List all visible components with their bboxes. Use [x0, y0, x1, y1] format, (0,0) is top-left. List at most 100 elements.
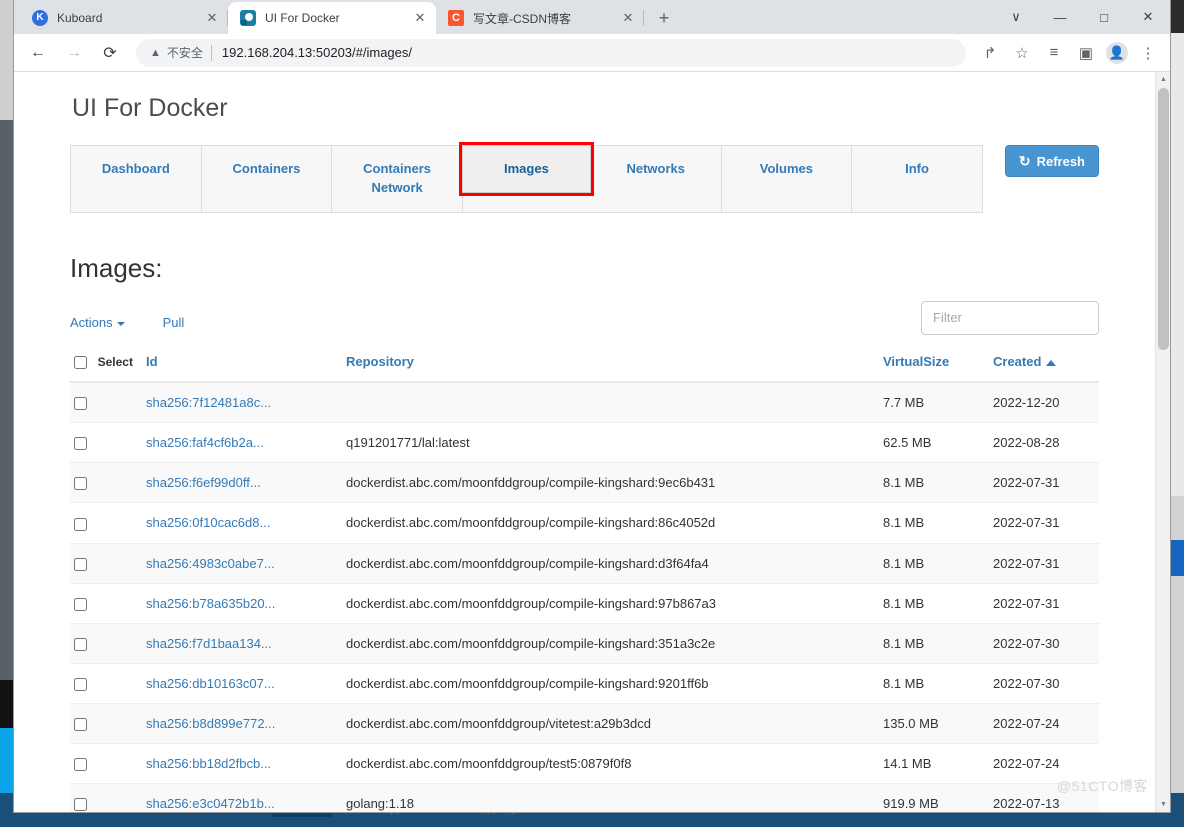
tab-search-chevron-down-icon[interactable]: ∨ [994, 0, 1038, 34]
repository-cell: dockerdist.abc.com/moonfddgroup/compile-… [342, 543, 879, 584]
virtual-size-cell: 8.1 MB [879, 583, 989, 624]
back-icon[interactable]: ← [23, 38, 53, 68]
close-window-button[interactable]: ✕ [1126, 0, 1170, 34]
column-header-id[interactable]: Id [142, 347, 342, 384]
close-icon[interactable]: ✕ [412, 10, 428, 26]
close-icon[interactable]: ✕ [204, 10, 220, 26]
virtual-size-cell: 8.1 MB [879, 663, 989, 704]
scroll-down-arrow-icon[interactable]: ▼ [1156, 797, 1170, 812]
section-title: Images: [70, 252, 163, 283]
tab-containers-network[interactable]: Containers Network [332, 146, 463, 212]
image-id-link[interactable]: sha256:f6ef99d0ff... [146, 475, 261, 490]
background-window-edge-secondary [0, 120, 14, 680]
avatar[interactable]: 👤 [1106, 41, 1128, 64]
table-row[interactable]: sha256:b78a635b20... dockerdist.abc.com/m… [70, 583, 1099, 624]
browser-tab-ui-for-docker[interactable]: UI For Docker ✕ [228, 2, 436, 34]
tab-networks[interactable]: Networks [591, 146, 722, 212]
row-select-cell [70, 462, 142, 504]
row-checkbox[interactable] [74, 517, 87, 531]
image-id-cell: sha256:b78a635b20... [142, 583, 342, 624]
row-select-cell [70, 382, 142, 424]
column-header-created[interactable]: Created [989, 347, 1099, 384]
table-row[interactable]: sha256:0f10cac6d8... dockerdist.abc.com/m… [70, 502, 1099, 544]
repository-cell [342, 382, 879, 424]
background-right-edge [1170, 0, 1184, 827]
share-icon[interactable]: ↱ [976, 39, 1004, 67]
table-row[interactable]: sha256:b8d899e772... dockerdist.abc.com/m… [70, 703, 1099, 744]
scrollbar-thumb[interactable] [1158, 88, 1169, 350]
address-bar[interactable]: ▲ 不安全 192.168.204.13:50203/#/images/ [136, 38, 966, 67]
row-checkbox[interactable] [74, 597, 87, 611]
image-id-link[interactable]: sha256:db10163c07... [146, 676, 275, 691]
row-checkbox[interactable] [74, 477, 87, 491]
table-row[interactable]: sha256:db10163c07... dockerdist.abc.com/m… [70, 663, 1099, 704]
image-id-link[interactable]: sha256:7f12481a8c... [146, 395, 271, 410]
actions-dropdown[interactable]: Actions [70, 315, 125, 330]
filter-input[interactable] [921, 300, 1099, 335]
tab-dashboard[interactable]: Dashboard [71, 146, 202, 212]
maximize-button[interactable]: □ [1082, 0, 1126, 34]
table-row[interactable]: sha256:bb18d2fbcb... dockerdist.abc.com/m… [70, 743, 1099, 784]
row-checkbox[interactable] [74, 677, 87, 691]
image-id-link[interactable]: sha256:0f10cac6d8... [146, 515, 270, 530]
scroll-up-arrow-icon[interactable]: ▲ [1156, 72, 1170, 87]
table-row[interactable]: sha256:faf4cf6b2a... q191201771/lal:lates… [70, 422, 1099, 464]
table-row[interactable]: sha256:f7d1baa134... dockerdist.abc.com/m… [70, 623, 1099, 664]
virtual-size-cell: 8.1 MB [879, 462, 989, 504]
new-tab-button[interactable]: + [650, 4, 678, 32]
image-id-cell: sha256:e3c0472b1b... [142, 783, 342, 812]
table-row[interactable]: sha256:e3c0472b1b... golang:1.18 919.9 MB 2… [70, 783, 1099, 812]
image-id-link[interactable]: sha256:f7d1baa134... [146, 636, 272, 651]
browser-window: K Kuboard ✕ UI For Docker ✕ C 写文章-CSDN博客… [14, 0, 1170, 812]
browser-tab-csdn[interactable]: C 写文章-CSDN博客 ✕ [436, 2, 644, 34]
row-select-cell [70, 743, 142, 784]
side-panel-icon[interactable]: ▣ [1072, 39, 1100, 67]
pull-link[interactable]: Pull [163, 315, 185, 330]
image-id-link[interactable]: sha256:4983c0abe7... [146, 556, 275, 571]
virtual-size-cell: 62.5 MB [879, 422, 989, 464]
column-header-virtualsize[interactable]: VirtualSize [879, 347, 989, 384]
row-select-cell [70, 583, 142, 624]
row-checkbox[interactable] [74, 757, 87, 771]
row-checkbox[interactable] [74, 637, 87, 651]
tab-containers[interactable]: Containers [202, 146, 333, 212]
reload-icon[interactable]: ⟳ [95, 38, 125, 68]
image-id-link[interactable]: sha256:faf4cf6b2a... [146, 435, 264, 450]
browser-tab-title: UI For Docker [265, 11, 340, 25]
table-row[interactable]: sha256:4983c0abe7... dockerdist.abc.com/m… [70, 543, 1099, 584]
table-row[interactable]: sha256:7f12481a8c... 7.7 MB 2022-12-20 [70, 382, 1099, 424]
select-all-checkbox[interactable] [74, 355, 87, 369]
created-cell: 2022-07-31 [989, 502, 1099, 544]
bookmark-star-icon[interactable]: ☆ [1008, 39, 1036, 67]
row-checkbox[interactable] [74, 437, 87, 451]
virtual-size-cell: 7.7 MB [879, 382, 989, 424]
image-id-cell: sha256:bb18d2fbcb... [142, 743, 342, 784]
tab-images[interactable]: Images [461, 145, 591, 193]
table-row[interactable]: sha256:f6ef99d0ff... dockerdist.abc.com/m… [70, 462, 1099, 504]
tab-info[interactable]: Info [852, 146, 982, 212]
forward-icon[interactable]: → [59, 38, 89, 68]
row-checkbox[interactable] [74, 557, 87, 571]
image-id-link[interactable]: sha256:bb18d2fbcb... [146, 756, 271, 771]
repository-cell: dockerdist.abc.com/moonfddgroup/vitetest… [342, 703, 879, 744]
image-id-link[interactable]: sha256:b8d899e772... [146, 716, 275, 731]
image-id-link[interactable]: sha256:e3c0472b1b... [146, 796, 275, 811]
tab-volumes[interactable]: Volumes [722, 146, 853, 212]
vertical-scrollbar[interactable]: ▲ ▼ [1155, 72, 1170, 812]
image-id-link[interactable]: sha256:b78a635b20... [146, 596, 275, 611]
row-select-cell [70, 502, 142, 544]
row-checkbox[interactable] [74, 717, 87, 731]
omnibox-divider [210, 44, 212, 61]
created-cell: 2022-07-24 [989, 703, 1099, 744]
browser-tab-kuboard[interactable]: K Kuboard ✕ [20, 2, 228, 34]
minimize-button[interactable]: — [1038, 0, 1082, 34]
close-icon[interactable]: ✕ [620, 10, 636, 26]
menu-kebab-icon[interactable]: ⋮ [1134, 39, 1162, 67]
row-select-cell [70, 543, 142, 584]
reading-list-icon[interactable]: ≡ [1040, 39, 1068, 67]
row-checkbox[interactable] [74, 397, 87, 411]
row-checkbox[interactable] [74, 797, 87, 811]
row-select-cell [70, 783, 142, 812]
refresh-button[interactable]: ↻ Refresh [1004, 145, 1099, 177]
column-header-repository[interactable]: Repository [342, 347, 879, 384]
